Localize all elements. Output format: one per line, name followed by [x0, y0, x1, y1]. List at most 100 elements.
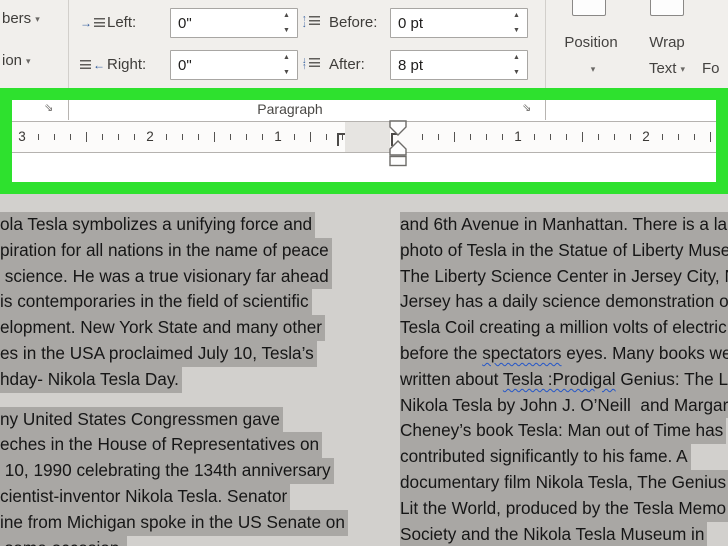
text-segment: is contemporaries in the field of scient…: [0, 291, 309, 312]
text-line[interactable]: written about Tesla :Prodigal Genius: Th…: [400, 366, 728, 393]
text-line[interactable]: es in the USA proclaimed July 10, Tesla’…: [0, 340, 354, 367]
selection-highlight: Cheney’s book Tesla: Man out of Time has: [400, 418, 727, 445]
selection-highlight: and 6th Avenue in Manhattan. There is a …: [400, 212, 728, 238]
spell-error-text: spectators: [482, 342, 562, 363]
text-line[interactable]: Cheney’s book Tesla: Man out of Time has: [400, 418, 728, 445]
text-line[interactable]: piration for all nations in the name of …: [0, 237, 354, 264]
text-line[interactable]: and 6th Avenue in Manhattan. There is a …: [400, 212, 728, 238]
ruler-number: 2: [642, 129, 650, 144]
ruler-tick: [102, 134, 103, 140]
wrap-text-icon: [650, 0, 684, 16]
spin-up-icon[interactable]: [279, 9, 297, 23]
text-segment: hday- Nikola Tesla Day.: [0, 368, 179, 389]
position-button[interactable]: Position: [558, 34, 624, 51]
indent-left-spinner: [279, 9, 297, 37]
chevron-down-icon: ▾: [35, 14, 40, 24]
indent-right-icon: ←: [80, 58, 105, 72]
document-page[interactable]: ola Tesla symbolizes a unifying force an…: [0, 194, 728, 546]
selection-highlight: ine from Michigan spoke in the US Senate…: [0, 509, 348, 536]
text-line[interactable]: hday- Nikola Tesla Day.: [0, 366, 354, 393]
text-line[interactable]: elopment. New York State and many other: [0, 315, 354, 341]
hyphenation-button[interactable]: ion ▾: [2, 52, 31, 69]
column-gutter: [345, 122, 390, 152]
text-line[interactable]: contributed significantly to his fame. A: [400, 444, 728, 470]
bring-forward-button-cut[interactable]: Fo: [702, 60, 720, 77]
spin-down-icon[interactable]: [279, 23, 297, 37]
text-segment: eyes. Many books we: [561, 342, 728, 363]
ruler-tick: [118, 134, 119, 140]
ruler-tick: [550, 134, 551, 140]
indent-right-spinner: [279, 51, 297, 79]
spacing-after-spinner: [509, 51, 527, 79]
text-line[interactable]: documentary film Nikola Tesla, The Geniu…: [400, 469, 728, 496]
selection-highlight: cientist-inventor Nikola Tesla. Senator: [0, 483, 291, 510]
text-line[interactable]: ny United States Congressmen gave: [0, 406, 354, 433]
spacing-before-label: Before:: [329, 14, 378, 31]
text-line[interactable]: science. He was a true visionary far ahe…: [0, 263, 354, 290]
text-line[interactable]: 10, 1990 celebrating the 134th anniversa…: [0, 458, 354, 484]
hanging-indent-marker: [389, 140, 407, 156]
ruler-tick: [470, 134, 471, 140]
page-setup-dialog-launcher-icon[interactable]: [44, 102, 57, 115]
indent-markers[interactable]: [386, 120, 412, 168]
text-line[interactable]: Jersey has a daily science demonstration…: [400, 289, 728, 316]
spacing-after-value: 8 pt: [398, 56, 424, 74]
horizontal-ruler[interactable]: 3 2 1 1 2: [12, 121, 716, 153]
line-numbers-button[interactable]: bers ▾: [2, 10, 40, 27]
text-segment: contributed significantly to his fame. A: [400, 446, 688, 467]
text-segment: Society and the Nikola Tesla Museum in: [400, 523, 705, 544]
spin-down-icon[interactable]: [279, 65, 297, 79]
text-line[interactable]: ola Tesla symbolizes a unifying force an…: [0, 212, 354, 238]
text-line[interactable]: ine from Michigan spoke in the US Senate…: [0, 509, 354, 536]
right-text-column[interactable]: and 6th Avenue in Manhattan. There is a …: [400, 212, 728, 546]
text-line[interactable]: Nikola Tesla by John J. O’Neill and Marg…: [400, 392, 728, 419]
indent-right-field[interactable]: 0": [170, 50, 298, 80]
text-line[interactable]: same occasion.: [0, 535, 354, 546]
text-segment: Lit the World, produced by the Tesla Mem…: [400, 497, 727, 518]
spacing-before-icon: ↑ ↓: [302, 13, 320, 28]
ruler-tick: [598, 134, 599, 140]
position-button-caret[interactable]: ▾: [558, 60, 624, 77]
spin-down-icon[interactable]: [509, 65, 527, 79]
spin-up-icon[interactable]: [279, 51, 297, 65]
wrap-text-button-line2[interactable]: Text ▾: [638, 60, 696, 77]
spacing-before-spinner: [509, 9, 527, 37]
wrap-text-button[interactable]: Wrap: [638, 34, 696, 51]
text-line[interactable]: Lit the World, produced by the Tesla Mem…: [400, 495, 728, 522]
selection-highlight: written about Tesla :Prodigal Genius: Th…: [400, 366, 728, 393]
ruler-tick: [294, 134, 295, 140]
selection-highlight: ola Tesla symbolizes a unifying force an…: [0, 212, 316, 238]
ruler-tick: [422, 134, 423, 140]
text-line[interactable]: eches in the House of Representatives on: [0, 432, 354, 459]
text-line[interactable]: cientist-inventor Nikola Tesla. Senator: [0, 483, 354, 510]
paragraph-dialog-launcher-icon[interactable]: [522, 102, 535, 115]
text-segment: Tesla Coil creating a million volts of e…: [400, 317, 727, 338]
spin-down-icon[interactable]: [509, 23, 527, 37]
text-line[interactable]: photo of Tesla in the Statue of Liberty …: [400, 237, 728, 264]
position-icon: [572, 0, 606, 16]
spacing-after-field[interactable]: 8 pt: [390, 50, 528, 80]
text-line[interactable]: Tesla Coil creating a million volts of e…: [400, 315, 728, 341]
text-line[interactable]: before the spectators eyes. Many books w…: [400, 340, 728, 367]
spacing-after-label: After:: [329, 56, 365, 73]
spin-up-icon[interactable]: [509, 9, 527, 23]
text-line[interactable]: is contemporaries in the field of scient…: [0, 289, 354, 316]
text-line[interactable]: Society and the Nikola Tesla Museum in: [400, 521, 728, 546]
ruler-tick: [454, 132, 455, 142]
text-line[interactable]: The Liberty Science Center in Jersey Cit…: [400, 263, 728, 290]
selection-highlight: same occasion.: [0, 535, 128, 546]
ruler-tick: [502, 134, 503, 140]
indent-left-field[interactable]: 0": [170, 8, 298, 38]
ruler-tick: [86, 132, 87, 142]
selection-highlight: Lit the World, produced by the Tesla Mem…: [400, 495, 728, 522]
text-segment: ny United States Congressmen gave: [0, 408, 280, 429]
spin-up-icon[interactable]: [509, 51, 527, 65]
ribbon-layout-tab: bers▾ ion▾ → Left: 0" ← Right: 0": [0, 0, 728, 88]
text-segment: cientist-inventor Nikola Tesla. Senator: [0, 485, 288, 506]
spacing-before-field[interactable]: 0 pt: [390, 8, 528, 38]
text-segment: elopment. New York State and many other: [0, 317, 322, 338]
first-line-indent-marker: [389, 120, 407, 136]
left-text-column[interactable]: ola Tesla symbolizes a unifying force an…: [0, 212, 354, 546]
spacing-before-value: 0 pt: [398, 14, 424, 32]
text-segment: eches in the House of Representatives on: [0, 434, 320, 455]
